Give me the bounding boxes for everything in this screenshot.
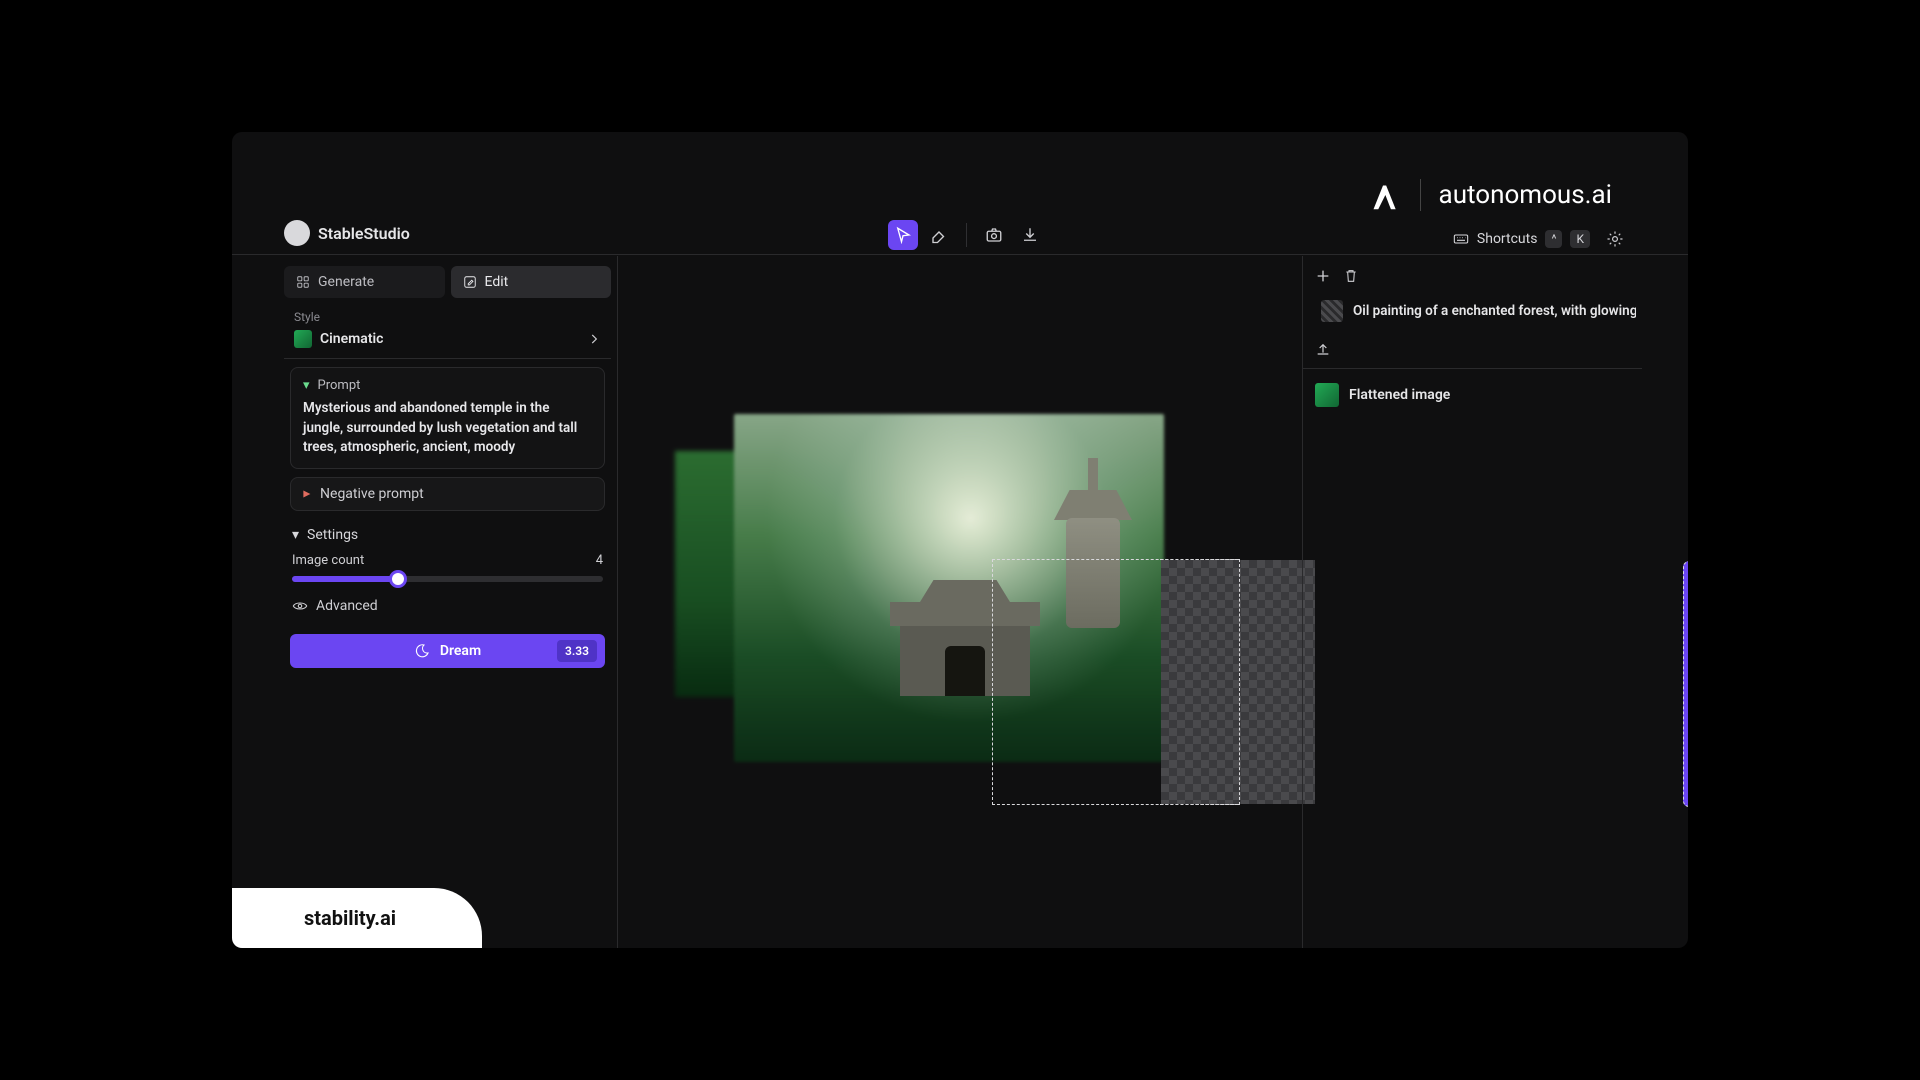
toolbar-divider	[966, 223, 967, 247]
snapshot-button[interactable]	[979, 220, 1009, 250]
style-thumb-icon	[294, 330, 312, 348]
dream-label: Dream	[440, 643, 481, 659]
dream-cost: 3.33	[557, 640, 597, 662]
canvas-toolbar	[888, 220, 1045, 250]
settings-button[interactable]	[1600, 224, 1630, 254]
image-count-row: Image count 4	[284, 547, 611, 574]
tab-generate[interactable]: Generate	[284, 266, 445, 298]
topbar: StableStudio Shortcuts ^ K	[232, 132, 1688, 255]
shortcuts-label: Shortcuts	[1477, 231, 1538, 247]
chevron-down-icon: ▾	[292, 527, 299, 543]
app-brand[interactable]: StableStudio	[284, 220, 410, 246]
app-name: StableStudio	[318, 224, 410, 243]
slider-knob[interactable]	[392, 573, 404, 585]
flattened-thumb-icon	[1315, 383, 1339, 407]
layer-item-1[interactable]: Mysterious and abandoned temple in the j…	[1683, 561, 1688, 807]
image-count-value: 4	[596, 553, 603, 568]
flattened-image-label: Flattened image	[1349, 387, 1450, 403]
selection-box-extend[interactable]	[1160, 559, 1240, 805]
keyboard-icon	[1453, 231, 1469, 247]
flattened-image-row[interactable]: Flattened image	[1303, 373, 1642, 417]
tab-edit[interactable]: Edit	[451, 266, 612, 298]
settings-toggle[interactable]: ▾ Settings	[284, 517, 611, 547]
pencil-square-icon	[463, 275, 477, 289]
gear-icon	[1606, 230, 1624, 248]
left-panel: Generate Edit Style Cinematic ▾ Prompt M…	[278, 256, 618, 948]
eye-icon	[292, 598, 308, 614]
eraser-tool-button[interactable]	[924, 220, 954, 250]
upload-icon	[1315, 340, 1331, 356]
footer-brand-pill: stability.ai	[232, 888, 482, 948]
mode-tabs: Generate Edit	[284, 262, 611, 304]
advanced-label: Advanced	[316, 598, 378, 614]
layer-item-0[interactable]: Oil painting of a enchanted forest, with…	[1309, 292, 1636, 330]
image-count-slider[interactable]	[292, 576, 603, 582]
canvas[interactable]	[618, 256, 1302, 948]
shortcuts-button[interactable]: Shortcuts ^ K	[1453, 230, 1590, 248]
slider-fill	[292, 576, 398, 582]
chevron-right-red-icon: ▾	[299, 490, 315, 497]
cursor-tool-button[interactable]	[888, 220, 918, 250]
kbd-k: K	[1570, 230, 1590, 248]
layer-item-0-label: Oil painting of a enchanted forest, with…	[1353, 303, 1636, 319]
download-button[interactable]	[1015, 220, 1045, 250]
dream-button[interactable]: Dream 3.33	[290, 634, 605, 668]
layer-actions	[1303, 264, 1642, 290]
eraser-icon	[930, 226, 948, 244]
style-value: Cinematic	[320, 331, 383, 347]
tab-edit-label: Edit	[485, 274, 509, 290]
right-panel: Oil painting of a enchanted forest, with…	[1302, 256, 1642, 948]
negative-prompt-toggle[interactable]: ▾ Negative prompt	[290, 477, 605, 511]
tab-generate-label: Generate	[318, 274, 374, 290]
right-panel-divider	[1303, 368, 1642, 369]
moon-sparkle-icon	[414, 643, 430, 659]
chevron-down-icon: ▾	[303, 378, 310, 393]
prompt-card[interactable]: ▾ Prompt Mysterious and abandoned temple…	[290, 367, 605, 469]
layer-hatch-icon	[1321, 300, 1343, 322]
plus-icon	[1315, 268, 1331, 284]
add-layer-button[interactable]	[1315, 268, 1331, 284]
download-icon	[1021, 226, 1039, 244]
image-count-label: Image count	[292, 553, 364, 568]
cursor-icon	[894, 226, 912, 244]
topbar-right: Shortcuts ^ K	[1453, 224, 1630, 254]
negative-prompt-label: Negative prompt	[320, 486, 424, 502]
style-label: Style	[284, 304, 611, 326]
delete-layer-button[interactable]	[1343, 268, 1359, 284]
settings-label: Settings	[307, 527, 358, 543]
prompt-label: Prompt	[318, 378, 361, 393]
prompt-text[interactable]: Mysterious and abandoned temple in the j…	[303, 399, 592, 458]
app-logo-icon	[284, 220, 310, 246]
footer-brand: stability.ai	[304, 906, 396, 930]
trash-icon	[1343, 268, 1359, 284]
chevron-right-icon	[587, 332, 601, 346]
grid-icon	[296, 275, 310, 289]
kbd-caret: ^	[1545, 230, 1562, 248]
style-selector[interactable]: Cinematic	[284, 326, 611, 359]
advanced-toggle[interactable]: Advanced	[284, 588, 611, 624]
camera-icon	[985, 226, 1003, 244]
upload-image-button[interactable]	[1303, 332, 1642, 364]
